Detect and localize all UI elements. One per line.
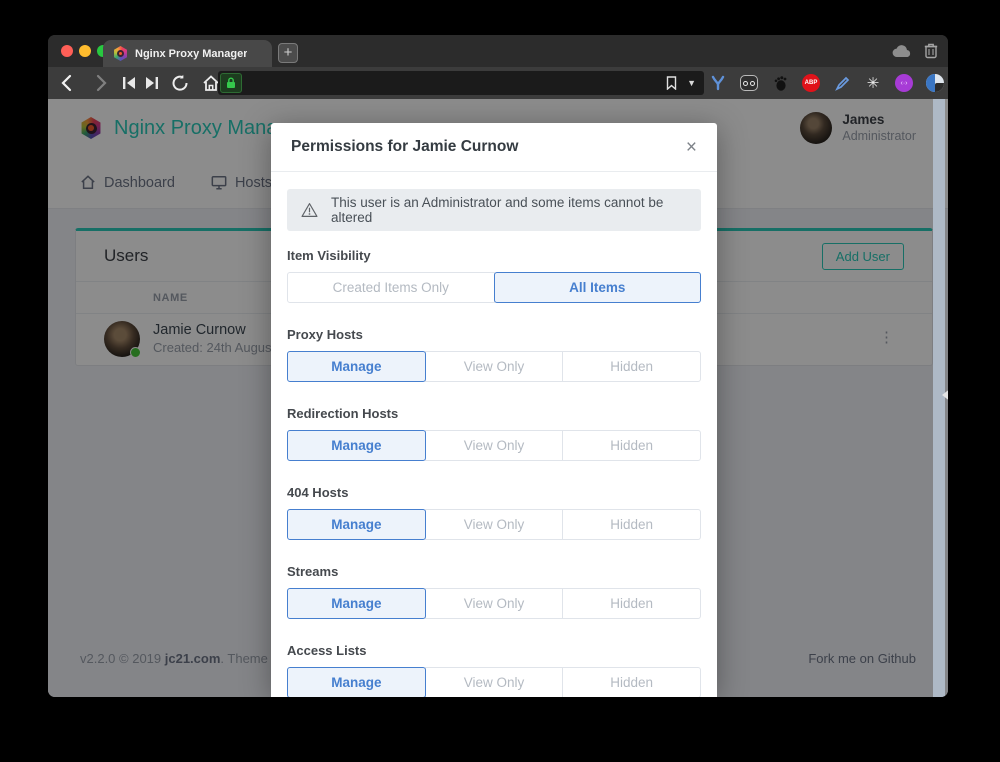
permission-section-label: Item Visibility xyxy=(287,248,701,263)
page-viewport: Nginx Proxy Manager James Administrator … xyxy=(48,99,948,697)
perm-option-manage[interactable]: Manage xyxy=(287,351,426,382)
perm-option-hidden[interactable]: Hidden xyxy=(562,588,701,619)
skip-start-icon[interactable] xyxy=(122,76,136,90)
modal-title: Permissions for Jamie Curnow xyxy=(291,138,518,156)
url-bar[interactable]: ▼ xyxy=(218,71,704,95)
trash-icon[interactable] xyxy=(924,42,938,59)
perm-option-view-only[interactable]: View Only xyxy=(425,430,564,461)
permission-button-group: ManageView OnlyHidden xyxy=(287,667,701,697)
close-icon[interactable] xyxy=(61,45,73,57)
perm-option-created-items-only[interactable]: Created Items Only xyxy=(287,272,495,303)
window-edge-arrow-icon xyxy=(942,388,948,402)
permission-section: 404 Hosts ManageView OnlyHidden xyxy=(287,485,701,540)
perm-option-hidden[interactable]: Hidden xyxy=(562,351,701,382)
reload-icon[interactable] xyxy=(171,74,189,92)
perm-option-hidden[interactable]: Hidden xyxy=(562,509,701,540)
permissions-modal: Permissions for Jamie Curnow × This user… xyxy=(271,123,717,697)
permission-section: Redirection Hosts ManageView OnlyHidden xyxy=(287,406,701,461)
perm-option-all-items[interactable]: All Items xyxy=(494,272,702,303)
tab-title: Nginx Proxy Manager xyxy=(135,48,247,60)
warning-icon xyxy=(301,202,318,218)
permission-button-group: ManageView OnlyHidden xyxy=(287,430,701,461)
gnome-foot-icon[interactable] xyxy=(771,74,789,92)
perm-option-manage[interactable]: Manage xyxy=(287,667,426,697)
permission-section-label: Access Lists xyxy=(287,643,701,658)
back-icon[interactable] xyxy=(58,73,78,93)
perm-option-view-only[interactable]: View Only xyxy=(425,667,564,697)
modal-sections: Item Visibility Created Items OnlyAll It… xyxy=(287,248,701,697)
permission-button-group: ManageView OnlyHidden xyxy=(287,351,701,382)
perm-option-view-only[interactable]: View Only xyxy=(425,588,564,619)
goggles-icon[interactable] xyxy=(740,75,758,91)
skip-end-icon[interactable] xyxy=(145,76,159,90)
permission-section: Proxy Hosts ManageView OnlyHidden xyxy=(287,327,701,382)
admin-alert: This user is an Administrator and some i… xyxy=(287,189,701,231)
caret-down-icon[interactable]: ▼ xyxy=(687,78,696,88)
browser-window: Nginx Proxy Manager + xyxy=(48,35,948,697)
permission-section: Item Visibility Created Items OnlyAll It… xyxy=(287,248,701,303)
forward-icon[interactable] xyxy=(90,73,110,93)
admin-alert-text: This user is an Administrator and some i… xyxy=(331,195,687,225)
favicon xyxy=(113,46,128,61)
cloud-icon[interactable] xyxy=(892,44,912,58)
minimize-icon[interactable] xyxy=(79,45,91,57)
perm-option-manage[interactable]: Manage xyxy=(287,430,426,461)
new-tab-button[interactable]: + xyxy=(278,43,298,63)
gear-icon[interactable]: ✳ xyxy=(864,74,882,92)
abp-icon[interactable]: ABP xyxy=(802,74,820,92)
perm-option-manage[interactable]: Manage xyxy=(287,509,426,540)
permission-section-label: 404 Hosts xyxy=(287,485,701,500)
lock-icon[interactable] xyxy=(220,73,242,93)
permission-section-label: Proxy Hosts xyxy=(287,327,701,342)
perm-option-hidden[interactable]: Hidden xyxy=(562,430,701,461)
permission-section-label: Streams xyxy=(287,564,701,579)
browser-tab[interactable]: Nginx Proxy Manager xyxy=(103,40,272,67)
perm-option-view-only[interactable]: View Only xyxy=(425,509,564,540)
perm-option-view-only[interactable]: View Only xyxy=(425,351,564,382)
browser-toolbar: ▼ ABP ✳ ‹·› xyxy=(48,67,948,99)
purple-badge-icon[interactable]: ‹·› xyxy=(895,74,913,92)
pen-icon[interactable] xyxy=(833,74,851,92)
perm-option-hidden[interactable]: Hidden xyxy=(562,667,701,697)
permission-section: Access Lists ManageView OnlyHidden xyxy=(287,643,701,697)
permission-section-label: Redirection Hosts xyxy=(287,406,701,421)
browser-titlebar: Nginx Proxy Manager + xyxy=(48,35,948,67)
permission-button-group: ManageView OnlyHidden xyxy=(287,588,701,619)
permission-section: Streams ManageView OnlyHidden xyxy=(287,564,701,619)
clock-icon[interactable] xyxy=(926,74,944,92)
permission-button-group: ManageView OnlyHidden xyxy=(287,509,701,540)
bookmark-icon[interactable] xyxy=(666,76,677,90)
wishbone-icon[interactable] xyxy=(709,74,727,92)
modal-close-button[interactable]: × xyxy=(686,138,697,157)
perm-option-manage[interactable]: Manage xyxy=(287,588,426,619)
permission-button-group: Created Items OnlyAll Items xyxy=(287,272,701,303)
